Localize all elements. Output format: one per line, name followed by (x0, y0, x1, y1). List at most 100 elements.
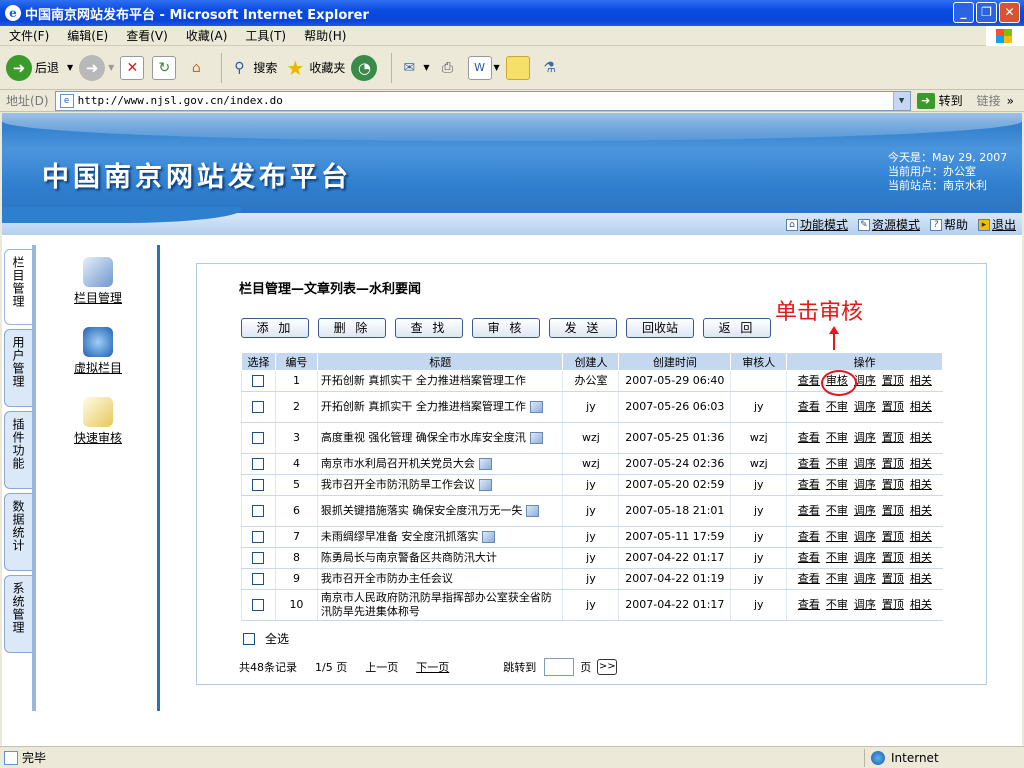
row-title-text[interactable]: 我市召开全市防汛防旱工作会议 (321, 478, 475, 491)
go-arrow-icon[interactable]: ➜ (916, 92, 935, 109)
resource-mode-link[interactable]: ✎ 资源模式 (857, 216, 920, 233)
row-title-text[interactable]: 狠抓关键措施落实 确保安全度汛万无一失 (321, 504, 523, 517)
reorder-link[interactable]: 调序 (854, 478, 876, 491)
discuss-button[interactable] (505, 55, 532, 80)
logout-link[interactable]: ▸ 退出 (977, 216, 1016, 233)
stop-button[interactable]: ✕ (120, 55, 146, 80)
row-title[interactable]: 南京市水利局召开机关党员大会 (316, 453, 563, 475)
recycle-bin-button[interactable]: 回收站 (626, 318, 694, 338)
row-checkbox[interactable] (252, 505, 265, 517)
related-link[interactable]: 相关 (910, 457, 932, 470)
tab-column-management[interactable]: 栏目管理 (4, 249, 32, 325)
print-button[interactable]: ⎙ (436, 56, 462, 80)
row-title[interactable]: 南京市人民政府防汛防旱指挥部办公室获全省防汛防旱先进集体称号 (316, 589, 563, 621)
send-button[interactable]: 发 送 (549, 318, 617, 338)
related-link[interactable]: 相关 (910, 374, 932, 387)
related-link[interactable]: 相关 (910, 572, 932, 585)
row-checkbox[interactable] (252, 552, 265, 564)
minimize-button[interactable]: _ (953, 2, 974, 23)
row-title[interactable]: 我市召开全市防汛防旱工作会议 (316, 474, 563, 496)
row-title-text[interactable]: 陈勇局长与南京警备区共商防汛大计 (321, 551, 497, 564)
reorder-link[interactable]: 调序 (854, 504, 876, 517)
row-checkbox[interactable] (252, 458, 265, 470)
related-link[interactable]: 相关 (910, 598, 932, 611)
help-link[interactable]: ? 帮助 (929, 216, 968, 233)
select-all-checkbox[interactable] (243, 632, 255, 645)
review-link[interactable]: 不审 (826, 431, 848, 444)
row-title[interactable]: 狠抓关键措施落实 确保安全度汛万无一失 (316, 495, 563, 527)
pin-top-link[interactable]: 置顶 (882, 530, 904, 543)
row-checkbox[interactable] (252, 599, 265, 611)
add-button[interactable]: 添 加 (241, 318, 309, 338)
sidebar-item-label[interactable]: 快速审核 (74, 431, 122, 445)
back-button[interactable]: ➜ 后退 ▼ (6, 54, 73, 81)
row-title-text[interactable]: 我市召开全市防办主任会议 (321, 572, 453, 585)
row-title-text[interactable]: 开拓创新 真抓实干 全力推进档案管理工作 (321, 400, 526, 413)
reorder-link[interactable]: 调序 (854, 572, 876, 585)
related-link[interactable]: 相关 (910, 551, 932, 564)
row-title-text[interactable]: 高度重视 强化管理 确保全市水库安全度汛 (321, 431, 526, 444)
review-link[interactable]: 审核 (820, 370, 857, 396)
review-link[interactable]: 不审 (826, 572, 848, 585)
reorder-link[interactable]: 调序 (854, 457, 876, 470)
pin-top-link[interactable]: 置顶 (882, 400, 904, 413)
select-all[interactable]: 全选 (243, 630, 289, 647)
row-checkbox[interactable] (252, 479, 265, 491)
go-button[interactable]: 转到 (939, 92, 963, 109)
menu-favorites[interactable]: 收藏(A) (177, 27, 237, 44)
reorder-link[interactable]: 调序 (854, 551, 876, 564)
history-button[interactable]: ◔ (351, 54, 380, 81)
tab-user-management[interactable]: 用户管理 (4, 329, 32, 407)
prev-page-link[interactable]: 上一页 (365, 659, 398, 675)
edit-button[interactable]: W ▼ (467, 55, 500, 80)
view-link[interactable]: 查看 (798, 457, 820, 470)
restore-button[interactable]: ❐ (976, 2, 997, 23)
refresh-button[interactable]: ↻ (152, 55, 178, 80)
favorites-button[interactable]: ★ 收藏夹 (283, 56, 345, 80)
view-link[interactable]: 查看 (798, 400, 820, 413)
view-link[interactable]: 查看 (798, 504, 820, 517)
review-link[interactable]: 不审 (826, 551, 848, 564)
return-button[interactable]: 返 回 (703, 318, 771, 338)
pin-top-link[interactable]: 置顶 (882, 572, 904, 585)
menu-view[interactable]: 查看(V) (117, 27, 177, 44)
pin-top-link[interactable]: 置顶 (882, 478, 904, 491)
tab-plugin-functions[interactable]: 插件功能 (4, 411, 32, 489)
pin-top-link[interactable]: 置顶 (882, 431, 904, 444)
view-link[interactable]: 查看 (798, 431, 820, 444)
function-mode-link[interactable]: ⌂ 功能模式 (785, 216, 848, 233)
menu-file[interactable]: 文件(F) (0, 27, 58, 44)
related-link[interactable]: 相关 (910, 478, 932, 491)
menu-tools[interactable]: 工具(T) (236, 27, 295, 44)
research-button[interactable]: ⚗ (538, 56, 564, 80)
row-title-text[interactable]: 开拓创新 真抓实干 全力推进档案管理工作 (321, 374, 526, 387)
review-link[interactable]: 不审 (826, 400, 848, 413)
reorder-link[interactable]: 调序 (854, 374, 876, 387)
reorder-link[interactable]: 调序 (854, 598, 876, 611)
address-input[interactable]: e http://www.njsl.gov.cn/index.do ▼ (54, 90, 911, 111)
related-link[interactable]: 相关 (910, 431, 932, 444)
row-title-text[interactable]: 南京市人民政府防汛防旱指挥部办公室获全省防汛防旱先进集体称号 (321, 591, 552, 618)
sidebar-item-quick-review[interactable]: 快速审核 (68, 397, 128, 446)
pin-top-link[interactable]: 置顶 (882, 504, 904, 517)
sidebar-item-column-management[interactable]: 栏目管理 (68, 257, 128, 306)
home-button[interactable]: ⌂ (184, 56, 210, 80)
jump-page-input[interactable] (544, 658, 575, 676)
pin-top-link[interactable]: 置顶 (882, 598, 904, 611)
review-link[interactable]: 不审 (826, 598, 848, 611)
reorder-link[interactable]: 调序 (854, 530, 876, 543)
pin-top-link[interactable]: 置顶 (882, 551, 904, 564)
view-link[interactable]: 查看 (798, 374, 820, 387)
row-title-text[interactable]: 南京市水利局召开机关党员大会 (321, 457, 475, 470)
reorder-link[interactable]: 调序 (854, 431, 876, 444)
view-link[interactable]: 查看 (798, 572, 820, 585)
forward-button[interactable]: ➜ ▼ (79, 54, 114, 81)
view-link[interactable]: 查看 (798, 530, 820, 543)
pin-top-link[interactable]: 置顶 (882, 374, 904, 387)
row-checkbox[interactable] (252, 432, 265, 444)
pin-top-link[interactable]: 置顶 (882, 457, 904, 470)
related-link[interactable]: 相关 (910, 530, 932, 543)
row-checkbox[interactable] (252, 401, 265, 413)
row-title[interactable]: 开拓创新 真抓实干 全力推进档案管理工作 (316, 370, 563, 392)
view-link[interactable]: 查看 (798, 551, 820, 564)
